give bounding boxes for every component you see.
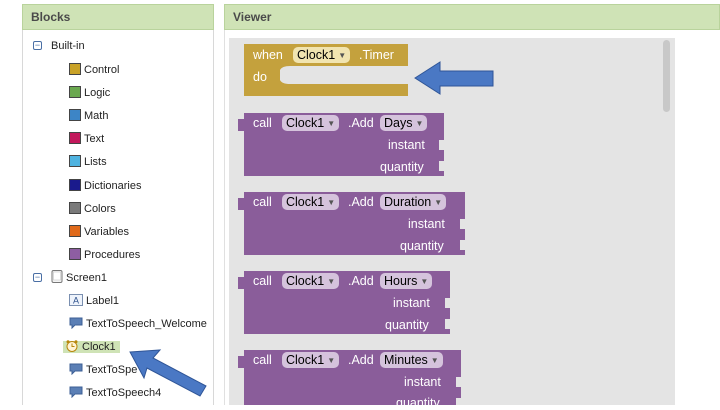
component-dropdown[interactable]: Clock1 ▼ [282,194,340,210]
param-instant: instant [388,138,425,152]
chevron-down-icon: ▼ [327,198,336,207]
component-dropdown[interactable]: Clock1 ▼ [293,47,351,63]
chevron-down-icon: ▼ [434,198,443,207]
method-name: .Add [348,116,374,130]
call-keyword: call [253,116,272,130]
param-instant: instant [408,217,445,231]
chevron-down-icon: ▼ [415,119,424,128]
unit-dropdown[interactable]: Hours ▼ [380,273,433,289]
param-quantity: quantity [380,160,424,174]
annotation-arrow-right [414,61,494,95]
component-dropdown[interactable]: Clock1 ▼ [282,273,340,289]
component-dropdown[interactable]: Clock1 ▼ [282,352,340,368]
chevron-down-icon: ▼ [420,277,429,286]
unit-dropdown[interactable]: Days ▼ [380,115,428,131]
call-keyword: call [253,274,272,288]
param-instant: instant [393,296,430,310]
param-quantity: quantity [396,396,440,410]
param-quantity: quantity [385,318,429,332]
chevron-down-icon: ▼ [430,356,439,365]
do-keyword: do [253,70,267,84]
annotation-arrow-left [129,349,207,397]
method-name: .Add [348,353,374,367]
chevron-down-icon: ▼ [327,277,336,286]
component-dropdown[interactable]: Clock1 ▼ [282,115,340,131]
event-name: .Timer [359,48,394,62]
chevron-down-icon: ▼ [338,51,347,60]
call-keyword: call [253,195,272,209]
param-instant: instant [404,375,441,389]
unit-dropdown[interactable]: Minutes ▼ [380,352,443,368]
when-keyword: when [253,48,283,62]
param-quantity: quantity [400,239,444,253]
chevron-down-icon: ▼ [327,356,336,365]
method-name: .Add [348,274,374,288]
method-name: .Add [348,195,374,209]
unit-dropdown[interactable]: Duration ▼ [380,194,447,210]
chevron-down-icon: ▼ [327,119,336,128]
call-keyword: call [253,353,272,367]
